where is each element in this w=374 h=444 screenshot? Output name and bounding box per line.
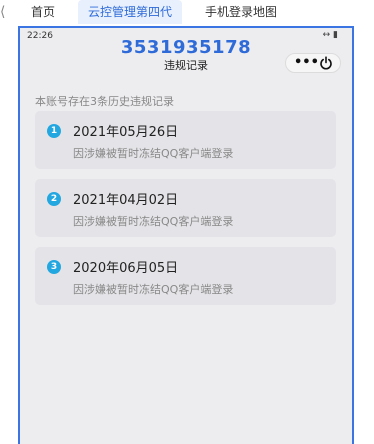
record-description: 因涉嫌被暂时冻结QQ客户端登录 <box>73 147 234 160</box>
mini-program-capsule: ••• <box>285 53 341 73</box>
phone-frame: 22:26 ↔ ▮ 3531935178 违规记录 ••• 本账号存在3条历史违… <box>18 26 354 444</box>
chevron-left-icon[interactable]: ⟨ <box>0 3 10 21</box>
more-icon[interactable]: ••• <box>294 54 319 71</box>
tab-phone-login-map[interactable]: 手机登录地图 <box>205 0 277 24</box>
page-margin <box>356 26 374 444</box>
record-index-badge: 1 <box>47 124 61 138</box>
power-icon[interactable] <box>319 56 333 70</box>
record-index-badge: 3 <box>47 260 61 274</box>
record-card[interactable]: 1 2021年05月26日 因涉嫌被暂时冻结QQ客户端登录 <box>35 111 336 169</box>
violation-summary: 本账号存在3条历史违规记录 <box>35 95 174 108</box>
tab-home[interactable]: 首页 <box>31 0 55 24</box>
record-card[interactable]: 2 2021年04月02日 因涉嫌被暂时冻结QQ客户端登录 <box>35 179 336 237</box>
record-date: 2020年06月05日 <box>73 261 179 276</box>
record-card[interactable]: 3 2020年06月05日 因涉嫌被暂时冻结QQ客户端登录 <box>35 247 336 305</box>
tab-cloud-control[interactable]: 云控管理第四代 <box>78 0 183 24</box>
record-description: 因涉嫌被暂时冻结QQ客户端登录 <box>73 215 234 228</box>
record-date: 2021年04月02日 <box>73 193 179 208</box>
tab-bar: ⟨ 首页 云控管理第四代 手机登录地图 <box>0 0 374 24</box>
record-date: 2021年05月26日 <box>73 125 179 140</box>
record-index-badge: 2 <box>47 192 61 206</box>
record-description: 因涉嫌被暂时冻结QQ客户端登录 <box>73 283 234 296</box>
